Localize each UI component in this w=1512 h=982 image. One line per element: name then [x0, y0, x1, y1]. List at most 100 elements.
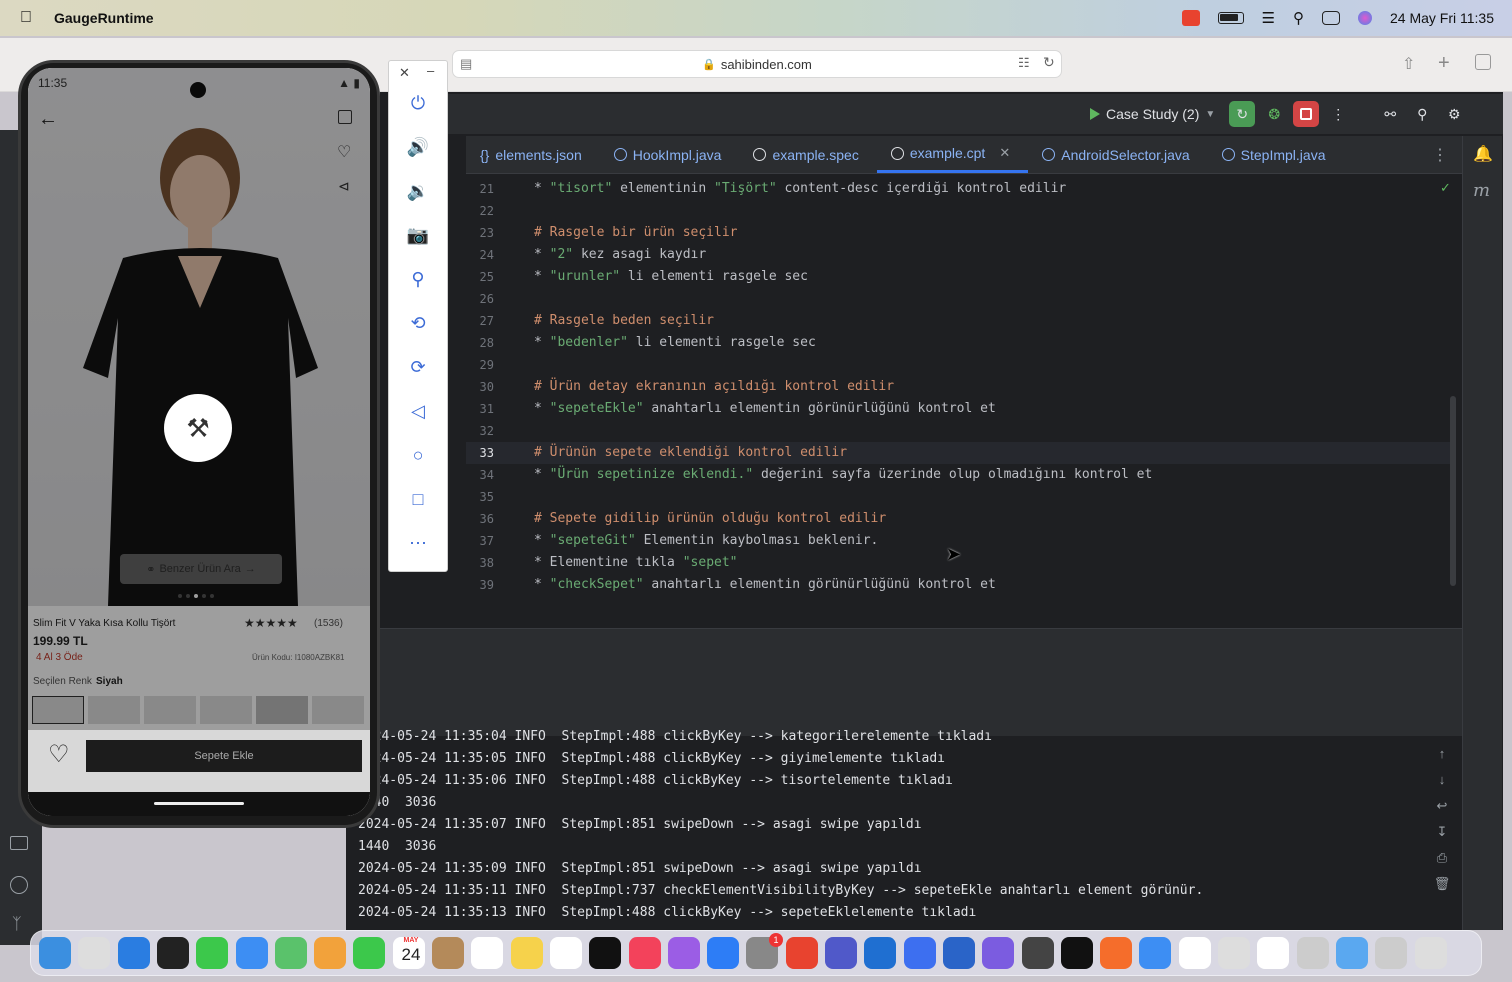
mail-icon[interactable]: [235, 937, 268, 969]
code-line[interactable]: [534, 288, 1452, 310]
new-tab-icon[interactable]: +: [1438, 52, 1450, 75]
firefox-icon[interactable]: [1100, 937, 1133, 969]
home-icon[interactable]: ○: [389, 445, 447, 475]
maps-icon[interactable]: [274, 937, 307, 969]
phone-screen[interactable]: 11:35 ▲ ▮ ← ♡ ⊲ ⚭ Benzer Ürün Ara → Slim…: [28, 68, 370, 816]
stop-button[interactable]: [1293, 101, 1320, 127]
back-icon[interactable]: ◁: [389, 401, 447, 431]
finder-icon[interactable]: [39, 937, 71, 969]
location-icon[interactable]: [864, 937, 897, 969]
trash-icon[interactable]: [1414, 937, 1447, 969]
code-line[interactable]: * "sepeteEkle" anahtarlı elementin görün…: [534, 398, 1452, 420]
music-icon[interactable]: [628, 937, 661, 969]
code-line[interactable]: * "urunler" li elementi rasgele sec: [534, 266, 1452, 288]
messages-icon[interactable]: [196, 937, 229, 969]
code-line[interactable]: [534, 486, 1452, 508]
contacts-icon[interactable]: [432, 937, 464, 969]
code-editor[interactable]: * "tisort" elementinin "Tişört" content-…: [534, 176, 1452, 628]
code-line[interactable]: # Sepete gidilip ürünün olduğu kontrol e…: [534, 508, 1452, 530]
code-line[interactable]: [534, 200, 1452, 222]
code-line[interactable]: [534, 420, 1452, 442]
close-icon[interactable]: ✕: [399, 65, 410, 81]
code-line[interactable]: # Rasgele bir ürün seçilir: [534, 222, 1452, 244]
freeform-icon[interactable]: [549, 937, 582, 969]
code-line[interactable]: * "checkSepet" anahtarlı elementin görün…: [534, 574, 1452, 596]
power-icon[interactable]: ⏻: [389, 93, 447, 123]
more-actions-icon[interactable]: ⋮: [1325, 101, 1351, 127]
app-name-menu[interactable]: GaugeRuntime: [54, 10, 154, 26]
tv-icon[interactable]: [589, 937, 622, 969]
code-line[interactable]: * "tisort" elementinin "Tişört" content-…: [534, 178, 1452, 200]
gallery-icon[interactable]: [1375, 937, 1408, 969]
java-icon[interactable]: [1296, 937, 1329, 969]
tab-example-spec[interactable]: example.spec: [739, 136, 876, 173]
wifi-icon[interactable]: ☰: [1262, 9, 1275, 27]
translate-icon[interactable]: ☷: [1018, 55, 1030, 71]
notes-icon[interactable]: [510, 937, 543, 969]
transfer-icon[interactable]: [785, 937, 818, 969]
editor-scrollbar[interactable]: [1450, 396, 1456, 586]
ai-assistant-icon[interactable]: m: [1473, 180, 1490, 201]
address-bar[interactable]: 🔒 sahibinden.com: [452, 50, 1062, 78]
downloads-icon[interactable]: [1335, 937, 1368, 969]
code-line[interactable]: * "Ürün sepetinize eklendi." değerini sa…: [534, 464, 1452, 486]
settings-gear-icon[interactable]: ⚙: [1441, 101, 1467, 127]
clock[interactable]: 24 May Fri 11:35: [1390, 10, 1494, 26]
podcasts-icon[interactable]: [667, 937, 700, 969]
launchpad-icon[interactable]: [78, 937, 111, 969]
add-to-cart-button[interactable]: Sepete Ekle: [86, 740, 362, 772]
zoom-icon[interactable]: ⚲: [389, 269, 447, 299]
search-icon[interactable]: ⚲: [1409, 101, 1435, 127]
reader-icon[interactable]: ▤: [460, 56, 472, 72]
close-icon[interactable]: ✕: [999, 145, 1010, 161]
volume-down-icon[interactable]: 🔉: [389, 181, 447, 211]
terminal-icon[interactable]: [156, 937, 189, 969]
scroll-down-icon[interactable]: ↓: [1428, 772, 1456, 796]
rerun-button[interactable]: ↻: [1229, 101, 1256, 127]
facetime-icon[interactable]: [353, 937, 386, 969]
rotate-right-icon[interactable]: ⟳: [389, 357, 447, 387]
problems-icon[interactable]: [10, 876, 28, 894]
code-line[interactable]: # Rasgele beden seçilir: [534, 310, 1452, 332]
run-configuration[interactable]: Case Study (2) ▼ ↻ ❂ ⋮ ⚯ ⚲ ⚙: [1090, 100, 1467, 128]
add-user-icon[interactable]: ⚯: [1377, 101, 1403, 127]
overview-icon[interactable]: □: [389, 489, 447, 519]
transfer-app-icon[interactable]: [1181, 10, 1200, 26]
safari-icon[interactable]: [117, 937, 150, 969]
control-center-icon[interactable]: [1321, 11, 1340, 25]
spotlight-search-icon[interactable]: ⚲: [1293, 9, 1304, 27]
tab-example-cpt[interactable]: example.cpt ✕: [876, 136, 1029, 173]
intellij-icon[interactable]: [1060, 937, 1093, 969]
notifications-icon[interactable]: 🔔: [1473, 144, 1493, 164]
print-icon[interactable]: ⎙: [1428, 850, 1456, 874]
photos-icon[interactable]: [314, 937, 347, 969]
app-store-icon[interactable]: [707, 937, 740, 969]
share-icon[interactable]: ⇧: [1402, 54, 1415, 74]
minimize-icon[interactable]: –: [427, 63, 434, 78]
soft-wrap-icon[interactable]: ↩: [1428, 798, 1456, 822]
code-line[interactable]: * Elementine tıkla "sepet": [534, 552, 1452, 574]
chrome-icon[interactable]: [1257, 937, 1290, 969]
camera-icon[interactable]: 📷: [389, 225, 447, 255]
code-line[interactable]: [534, 354, 1452, 376]
reminders-icon[interactable]: [471, 937, 504, 969]
debug-button[interactable]: ❂: [1261, 101, 1287, 127]
rotate-left-icon[interactable]: ⟲: [389, 313, 447, 343]
code-line[interactable]: * "sepeteGit" Elementin kaybolması bekle…: [534, 530, 1452, 552]
code-line[interactable]: * "2" kez asagi kaydır: [534, 244, 1452, 266]
simulator-icon[interactable]: [1139, 937, 1172, 969]
preview-icon[interactable]: [1218, 937, 1250, 969]
android-studio-icon[interactable]: [1178, 937, 1211, 969]
trash-icon[interactable]: 🗑: [1428, 876, 1456, 900]
teams-icon[interactable]: [825, 937, 857, 969]
instruments-icon[interactable]: [942, 937, 975, 969]
keychain-icon[interactable]: [1021, 937, 1054, 969]
code-line[interactable]: # Ürünün sepete eklendiği kontrol edilir: [534, 442, 1452, 464]
terminal-icon[interactable]: [10, 836, 28, 850]
tabs-menu-icon[interactable]: ⋮: [1432, 145, 1448, 165]
more-icon[interactable]: ⋯: [389, 533, 447, 563]
reload-icon[interactable]: ↻: [1043, 54, 1055, 71]
battery-icon[interactable]: [1217, 12, 1244, 24]
tab-elements-json[interactable]: {} elements.json: [466, 136, 600, 173]
scroll-to-end-icon[interactable]: ↧: [1428, 824, 1456, 848]
